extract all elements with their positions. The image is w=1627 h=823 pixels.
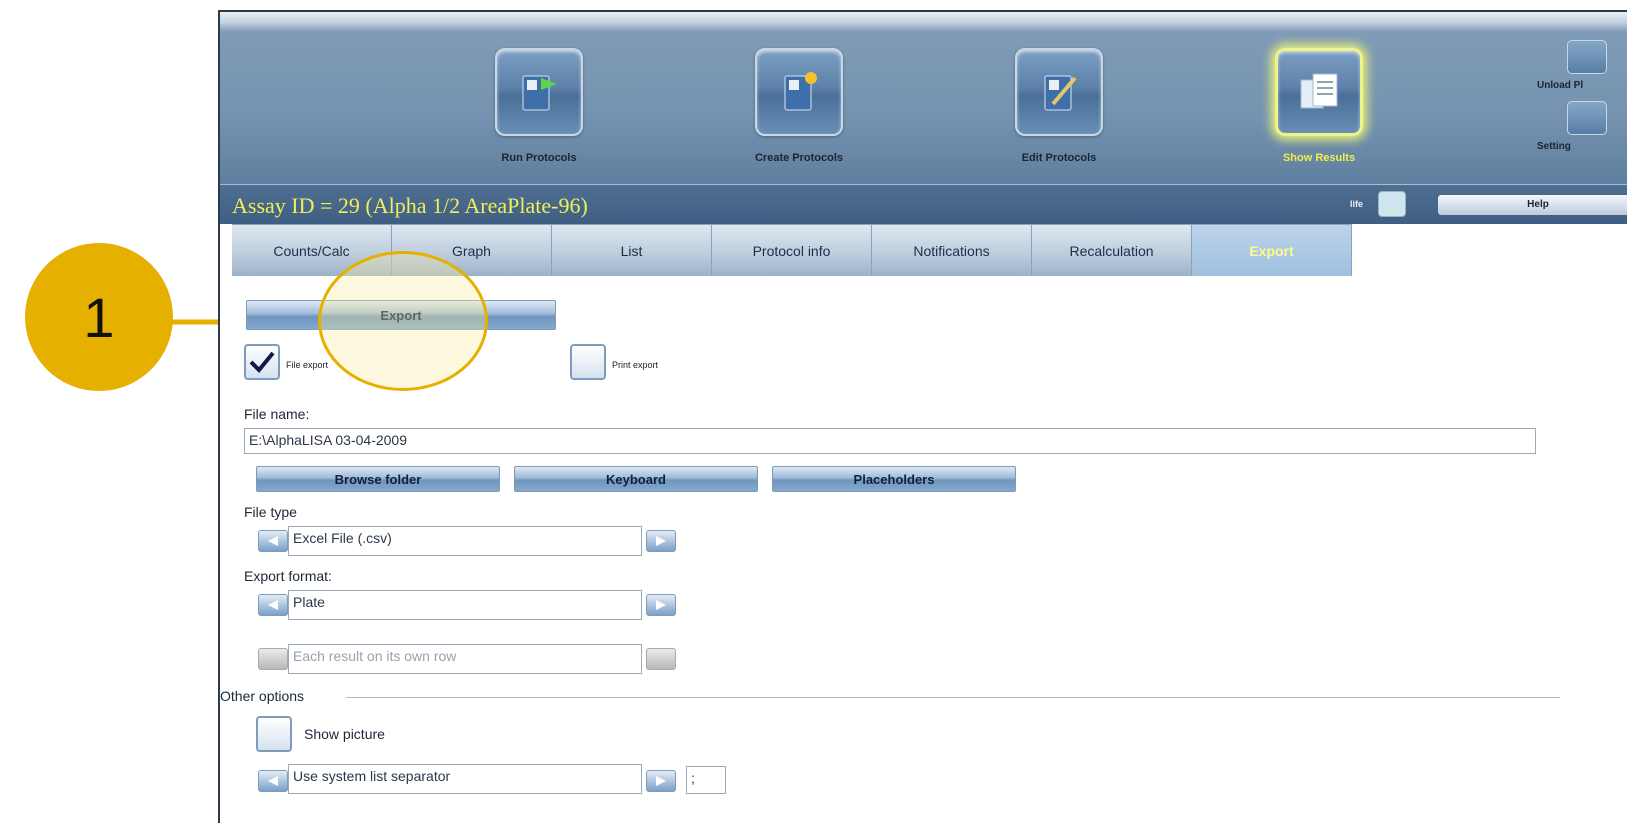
step-number: 1 [83,285,115,349]
unload-plate-icon[interactable] [1567,40,1607,74]
print-export-label: Print export [612,360,659,370]
run-protocols-button[interactable]: Run Protocols [454,48,624,164]
right-toolbar: Unload Pl Setting [1537,40,1627,162]
other-options-label: Other options [220,688,305,704]
sub-format-next-button [646,648,676,670]
arrow-right-icon [656,536,666,546]
assay-title: Assay ID = 29 (Alpha 1/2 AreaPlate-96) [232,193,588,218]
checkmark-icon [249,351,275,373]
edit-protocols-icon [1015,48,1103,136]
browse-folder-button[interactable]: Browse folder [256,466,500,492]
other-options-divider [346,697,1560,698]
run-protocols-label: Run Protocols [501,152,577,164]
help-button[interactable]: Help [1438,195,1627,215]
create-protocols-label: Create Protocols [754,152,844,164]
separator-prev-button[interactable] [258,770,288,792]
tab-graph[interactable]: Graph [392,224,552,276]
tab-counts-calc[interactable]: Counts/Calc [232,224,392,276]
file-name-label: File name: [244,406,310,422]
tab-list[interactable]: List [552,224,712,276]
separator-select[interactable]: Use system list separator [288,764,642,794]
tab-recalculation[interactable]: Recalculation [1032,224,1192,276]
file-type-label: File type [244,504,297,520]
file-type-select[interactable]: Excel File (.csv) [288,526,642,556]
export-format-next-button[interactable] [646,594,676,616]
life-label: life [1350,199,1364,209]
file-name-input[interactable]: E:\AlphaLISA 03-04-2009 [244,428,1536,454]
create-protocols-icon [755,48,843,136]
show-picture-label: Show picture [304,726,385,742]
show-results-button[interactable]: Show Results [1234,48,1404,164]
export-format-label: Export format: [244,568,332,584]
settings-icon[interactable] [1567,101,1607,135]
show-results-icon [1275,48,1363,136]
export-panel: Export File export Print export File nam… [220,276,1627,823]
main-toolbar: Run Protocols Create Protocols Edit Prot… [220,12,1627,184]
step-number-callout: 1 [25,243,173,391]
sub-format-select: Each result on its own row [288,644,642,674]
keyboard-button[interactable]: Keyboard [514,466,758,492]
tab-protocol-info[interactable]: Protocol info [712,224,872,276]
unload-plate-label[interactable]: Unload Pl [1537,80,1627,91]
show-results-label: Show Results [1282,152,1356,164]
sub-format-prev-button [258,648,288,670]
export-format-prev-button[interactable] [258,594,288,616]
create-protocols-button[interactable]: Create Protocols [714,48,884,164]
file-type-next-button[interactable] [646,530,676,552]
export-format-select[interactable]: Plate [288,590,642,620]
arrow-right-icon [656,600,666,610]
recycle-icon[interactable] [1378,191,1406,217]
edit-protocols-button[interactable]: Edit Protocols [974,48,1144,164]
settings-label[interactable]: Setting [1537,141,1627,152]
tab-notifications[interactable]: Notifications [872,224,1032,276]
results-tabs: Counts/Calc Graph List Protocol info Not… [232,224,1627,276]
run-protocols-icon [495,48,583,136]
tab-export[interactable]: Export [1192,224,1352,276]
arrow-right-icon [656,776,666,786]
arrow-left-icon [268,776,278,786]
separator-next-button[interactable] [646,770,676,792]
app-window: Run Protocols Create Protocols Edit Prot… [218,10,1627,823]
export-button[interactable]: Export [246,300,556,330]
arrow-left-icon [268,536,278,546]
show-picture-checkbox[interactable] [256,716,292,752]
separator-char-input[interactable]: ; [686,766,726,794]
edit-protocols-label: Edit Protocols [1021,152,1097,164]
file-export-label: File export [286,360,329,370]
arrow-left-icon [268,600,278,610]
assay-header: Assay ID = 29 (Alpha 1/2 AreaPlate-96) l… [220,184,1627,224]
file-export-checkbox[interactable] [244,344,280,380]
print-export-checkbox[interactable] [570,344,606,380]
file-type-prev-button[interactable] [258,530,288,552]
placeholders-button[interactable]: Placeholders [772,466,1016,492]
